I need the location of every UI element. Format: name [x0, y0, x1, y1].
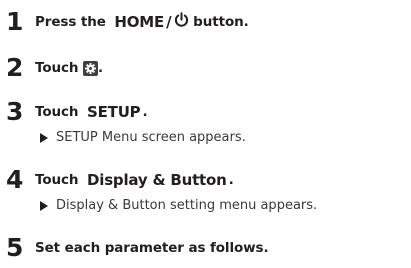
step-1-instruction: 1 Press the HOME / button.: [6, 8, 249, 36]
step-4-instruction: 4 Touch Display & Button .: [6, 166, 317, 194]
result-arrow-icon: [40, 132, 48, 143]
step-text-before: Touch: [35, 104, 84, 120]
key-separator: /: [166, 13, 172, 31]
step-text-after: .: [142, 104, 148, 120]
step-text-after: .: [98, 60, 104, 76]
step-number: 4: [6, 165, 24, 194]
step-3-result: SETUP Menu screen appears.: [40, 130, 246, 145]
step-number: 2: [6, 53, 24, 82]
step-5-instruction: 5 Set each parameter as follows.: [6, 234, 269, 262]
result-text: SETUP Menu screen appears.: [56, 130, 246, 145]
step-number: 3: [6, 97, 24, 126]
home-key-label: HOME: [114, 13, 165, 31]
setup-key-label: SETUP: [87, 103, 141, 121]
settings-gear-icon: [83, 60, 99, 76]
step-number: 1: [6, 7, 24, 36]
step-3: 3 Touch SETUP . SETUP Menu screen appear…: [6, 98, 246, 146]
step-3-instruction: 3 Touch SETUP .: [6, 98, 246, 126]
result-arrow-icon: [40, 200, 48, 211]
step-number: 5: [6, 233, 24, 262]
step-5: 5 Set each parameter as follows.: [6, 234, 269, 262]
step-1: 1 Press the HOME / button.: [6, 8, 249, 36]
step-text-after: button.: [188, 14, 249, 30]
step-text: Set each parameter as follows.: [35, 240, 269, 256]
step-text-before: Touch: [35, 60, 84, 76]
step-text-before: Touch: [35, 172, 84, 188]
step-2-instruction: 2 Touch .: [6, 54, 103, 82]
display-button-key-label: Display & Button: [87, 171, 227, 189]
step-text-before: Press the: [35, 14, 111, 30]
result-text: Display & Button setting menu appears.: [56, 198, 318, 213]
step-text-after: .: [228, 172, 234, 188]
power-icon: [174, 12, 189, 32]
step-2: 2 Touch .: [6, 54, 103, 82]
step-4-result: Display & Button setting menu appears.: [40, 198, 317, 213]
step-4: 4 Touch Display & Button . Display & But…: [6, 166, 317, 214]
